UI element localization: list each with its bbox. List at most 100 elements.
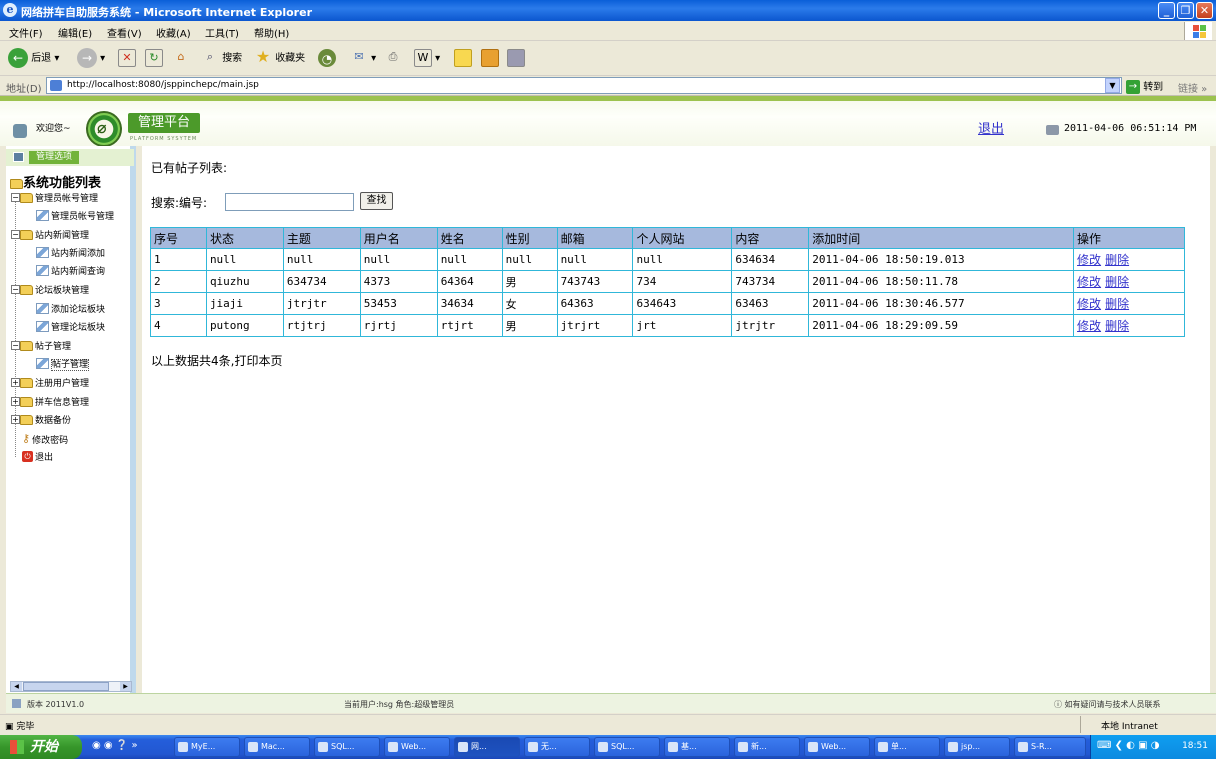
back-arrow-icon: ← <box>8 48 28 68</box>
sidebar-item-backup[interactable]: + 数据备份 <box>11 413 71 426</box>
menu-help[interactable]: 帮助(H) <box>254 25 289 40</box>
links-button[interactable]: 链接 » <box>1178 80 1207 95</box>
tray-icons[interactable]: ⌨ ❮ ◐ ▣ ◑ <box>1097 740 1159 751</box>
start-button[interactable]: 开始 <box>0 735 82 759</box>
scroll-thumb[interactable] <box>23 682 109 691</box>
windows-logo-icon <box>1184 22 1212 40</box>
taskbar-item[interactable]: S-R... <box>1014 737 1086 757</box>
column-header: 操作 <box>1073 227 1185 249</box>
print-button[interactable]: ⎙ <box>384 48 402 70</box>
menu-view[interactable]: 查看(V) <box>107 25 142 40</box>
sidebar-item-admin-accounts[interactable]: − 管理员帐号管理 <box>11 191 98 204</box>
table-cell: rtjtrj <box>282 314 361 337</box>
edit-page-button[interactable]: W ▾ <box>414 48 440 70</box>
forward-button[interactable]: → ▾ <box>77 48 105 70</box>
folder-icon <box>20 284 33 295</box>
taskbar-item[interactable]: MyE... <box>174 737 240 757</box>
favorites-button[interactable]: ★ 收藏夹 <box>254 48 305 70</box>
sidebar-item-news-query[interactable]: 站内新闻查询 <box>36 264 105 277</box>
menu-file[interactable]: 文件(F) <box>9 25 43 40</box>
sidebar-item-forum[interactable]: − 论坛板块管理 <box>11 283 89 296</box>
taskbar-item[interactable]: Mac... <box>244 737 310 757</box>
search-icon: ⌕ <box>206 50 214 63</box>
table-cell: 53453 <box>359 292 438 315</box>
menu-tools[interactable]: 工具(T) <box>205 25 239 40</box>
column-header: 添加时间 <box>808 227 1075 249</box>
book-icon <box>481 49 499 67</box>
delete-link[interactable]: 删除 <box>1105 275 1129 289</box>
taskbar-item[interactable]: jsp... <box>944 737 1010 757</box>
taskbar-item[interactable]: 基... <box>664 737 730 757</box>
posts-table: 序号 状态 主题 用户名 姓名 性别 邮箱 个人网站 内容 添加时间 操作 1 … <box>150 227 1185 337</box>
address-bar: 地址(D) http://localhost:8080/jsppinchepc/… <box>0 76 1216 96</box>
address-dropdown-icon[interactable]: ▼ <box>1105 78 1120 93</box>
taskbar-item[interactable]: 无... <box>524 737 590 757</box>
folder-icon <box>388 742 398 752</box>
delete-link[interactable]: 删除 <box>1105 319 1129 333</box>
tray-clock[interactable]: 18:51 <box>1182 741 1208 751</box>
sidebar-item-forum-add[interactable]: 添加论坛板块 <box>36 302 105 315</box>
taskbar-item[interactable]: SQL... <box>314 737 380 757</box>
current-user-text: 当前用户:hsg 角色:超级管理员 <box>344 700 455 709</box>
back-button[interactable]: ← 后退 ▾ <box>8 48 59 70</box>
delete-link[interactable]: 删除 <box>1105 253 1129 267</box>
sidebar-item-admin-accounts-manage[interactable]: 管理员帐号管理 <box>36 209 114 222</box>
research-button[interactable] <box>481 48 499 70</box>
sidebar-item-posts-manage[interactable]: 帖子管理 <box>36 357 90 371</box>
close-button[interactable]: ✕ <box>1196 2 1213 19</box>
quick-launch-icons[interactable]: ◉ ◉ ❔ » <box>92 740 138 751</box>
search-button[interactable]: ⌕ 搜索 <box>201 48 242 70</box>
taskbar-item-active[interactable]: 网... <box>454 737 520 757</box>
edit-link[interactable]: 修改 <box>1077 275 1101 289</box>
table-summary: 以上数据共4条,打印本页 <box>151 354 283 368</box>
sidebar-item-forum-manage[interactable]: 管理论坛板块 <box>36 320 105 333</box>
row-actions: 修改 删除 <box>1073 314 1185 337</box>
sidebar-item-posts[interactable]: − 帖子管理 <box>11 339 71 352</box>
sidebar-scrollbar[interactable]: ◀ ▶ <box>10 681 132 692</box>
mail-button[interactable]: ✉ ▾ <box>350 48 376 70</box>
sidebar-item-exit[interactable]: ⏻ 退出 <box>22 450 53 463</box>
messenger-button[interactable] <box>507 48 525 70</box>
edit-link[interactable]: 修改 <box>1077 319 1101 333</box>
table-cell: jiaji <box>205 292 284 315</box>
taskbar-item[interactable]: 单... <box>874 737 940 757</box>
sidebar-item-carpool[interactable]: + 拼车信息管理 <box>11 395 89 408</box>
table-cell: 634634 <box>731 248 810 271</box>
refresh-button[interactable]: ↻ <box>145 48 163 70</box>
sidebar-item-users[interactable]: + 注册用户管理 <box>11 376 89 389</box>
table-cell: putong <box>205 314 284 337</box>
forward-arrow-icon: → <box>77 48 97 68</box>
logout-link[interactable]: 退出 <box>978 118 1004 137</box>
taskbar-item[interactable]: 新... <box>734 737 800 757</box>
panel-icon <box>13 152 24 162</box>
home-button[interactable]: ⌂ <box>172 48 190 70</box>
scroll-left-icon[interactable]: ◀ <box>11 682 22 691</box>
row-actions: 修改 删除 <box>1073 270 1185 293</box>
maximize-button[interactable]: ❐ <box>1177 2 1194 19</box>
table-cell: qiuzhu <box>205 270 284 293</box>
address-label: 地址(D) <box>6 84 42 95</box>
menu-favorites[interactable]: 收藏(A) <box>156 25 191 40</box>
table-row: 4 putong rtjtrj rjrtj rtjrt 男 jtrjrt jrt… <box>150 314 1185 337</box>
history-button[interactable]: ◔ <box>318 48 336 70</box>
taskbar-item[interactable]: SQL... <box>594 737 660 757</box>
search-submit-button[interactable]: 查找 <box>360 192 393 210</box>
edit-link[interactable]: 修改 <box>1077 253 1101 267</box>
page-icon <box>50 80 62 91</box>
minimize-button[interactable]: _ <box>1158 2 1175 19</box>
address-input[interactable]: http://localhost:8080/jsppinchepc/main.j… <box>46 77 1122 94</box>
edit-link[interactable]: 修改 <box>1077 297 1101 311</box>
discuss-button[interactable] <box>454 48 472 70</box>
menu-edit[interactable]: 编辑(E) <box>58 25 92 40</box>
sidebar-item-change-password[interactable]: ⚷ 修改密码 <box>22 432 68 446</box>
sidebar-item-news[interactable]: − 站内新闻管理 <box>11 228 89 241</box>
stop-button[interactable]: ✕ <box>118 48 136 70</box>
taskbar-item[interactable]: Web... <box>804 737 870 757</box>
go-button[interactable]: → 转到 <box>1126 78 1163 94</box>
scroll-right-icon[interactable]: ▶ <box>120 682 131 691</box>
sidebar-item-news-add[interactable]: 站内新闻添加 <box>36 246 105 259</box>
search-input[interactable] <box>225 193 354 211</box>
delete-link[interactable]: 删除 <box>1105 297 1129 311</box>
taskbar-item[interactable]: Web... <box>384 737 450 757</box>
note-icon <box>454 49 472 67</box>
